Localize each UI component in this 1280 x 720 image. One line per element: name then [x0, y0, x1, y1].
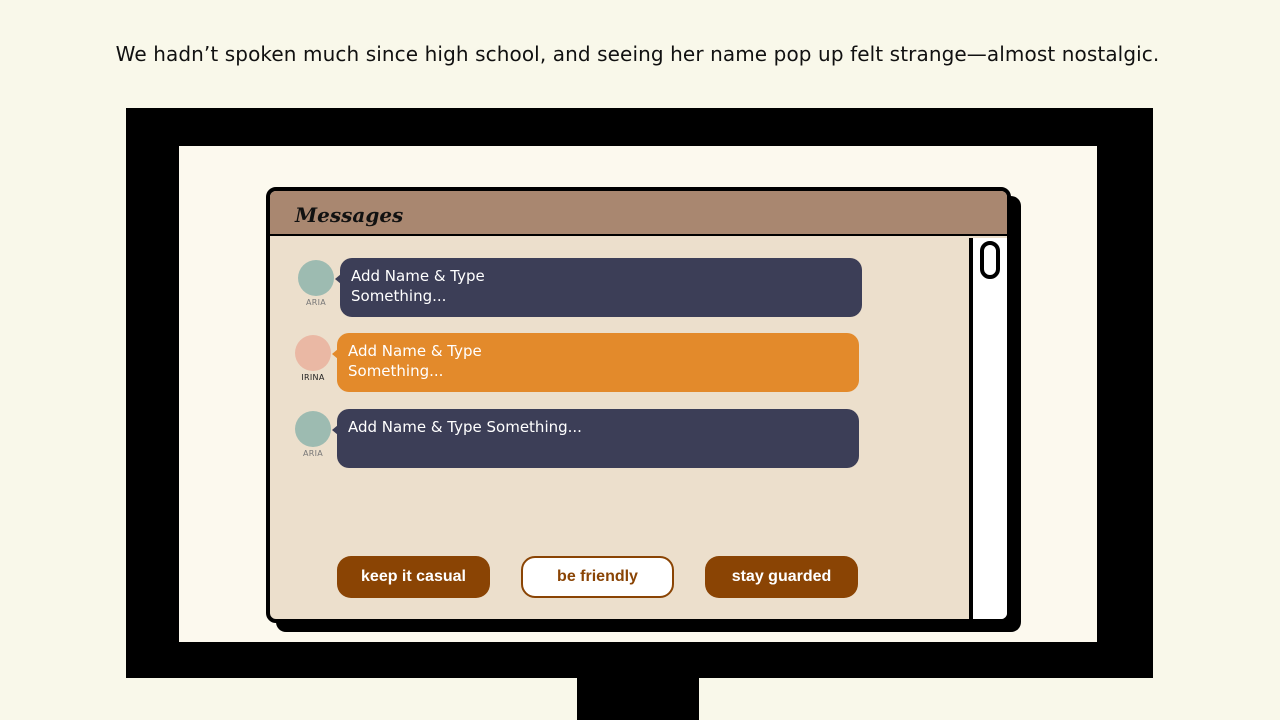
- avatar: [295, 411, 331, 447]
- choice-be-friendly-button[interactable]: be friendly: [521, 556, 674, 598]
- message-bubble: Add Name & Type Something...: [340, 258, 862, 317]
- scroll-thumb[interactable]: [980, 241, 1000, 279]
- message-text-line1: Add Name & Type: [348, 342, 482, 360]
- monitor-stand: [577, 678, 699, 720]
- message-text-line1: Add Name & Type: [351, 267, 485, 285]
- avatar: [298, 260, 334, 296]
- sender-name: IRINA: [301, 373, 325, 382]
- narration-text: We hadn’t spoken much since high school,…: [115, 42, 1160, 66]
- choice-keep-it-casual-button[interactable]: keep it casual: [337, 556, 490, 598]
- window-title: Messages: [295, 203, 404, 227]
- avatar: [295, 335, 331, 371]
- message-text-line2: Something...: [348, 362, 444, 380]
- window-header: Messages: [270, 191, 1007, 236]
- message-text-line1: Add Name & Type Something...: [348, 418, 582, 436]
- sender-name: ARIA: [302, 449, 324, 458]
- message-text-line2: Something...: [351, 287, 447, 305]
- choice-stay-guarded-button[interactable]: stay guarded: [705, 556, 858, 598]
- message-bubble: Add Name & Type Something...: [337, 333, 859, 392]
- scrollbar-track[interactable]: [969, 238, 1007, 619]
- message-bubble: Add Name & Type Something...: [337, 409, 859, 468]
- sender-name: ARIA: [305, 298, 327, 307]
